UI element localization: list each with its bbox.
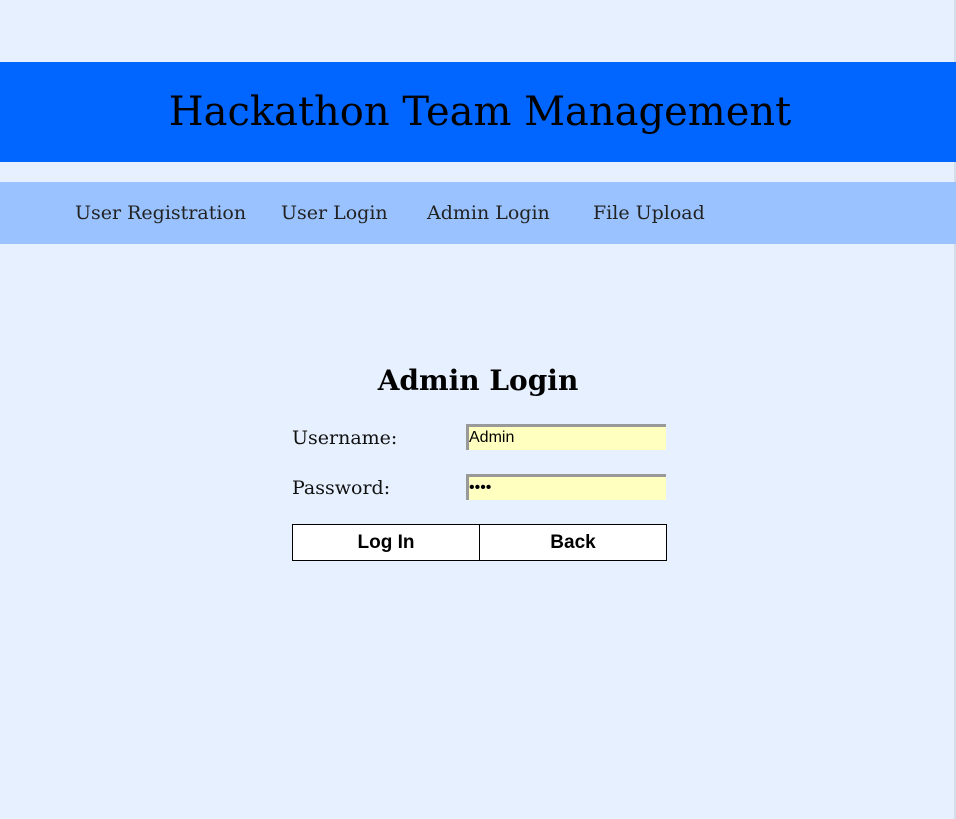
back-button[interactable]: Back [479, 524, 667, 561]
site-title: Hackathon Team Management [168, 89, 792, 135]
username-input[interactable] [466, 424, 666, 450]
password-input[interactable] [466, 474, 666, 500]
nav-bar: User Registration User Login Admin Login… [0, 182, 956, 244]
nav-file-upload[interactable]: File Upload [593, 202, 705, 224]
password-label: Password: [292, 477, 391, 499]
nav-user-login[interactable]: User Login [281, 202, 388, 224]
site-header: Hackathon Team Management [0, 62, 956, 162]
nav-user-registration[interactable]: User Registration [75, 202, 246, 224]
username-label: Username: [292, 427, 398, 449]
form-title: Admin Login [377, 364, 579, 397]
login-button[interactable]: Log In [292, 524, 480, 561]
nav-admin-login[interactable]: Admin Login [427, 202, 550, 224]
